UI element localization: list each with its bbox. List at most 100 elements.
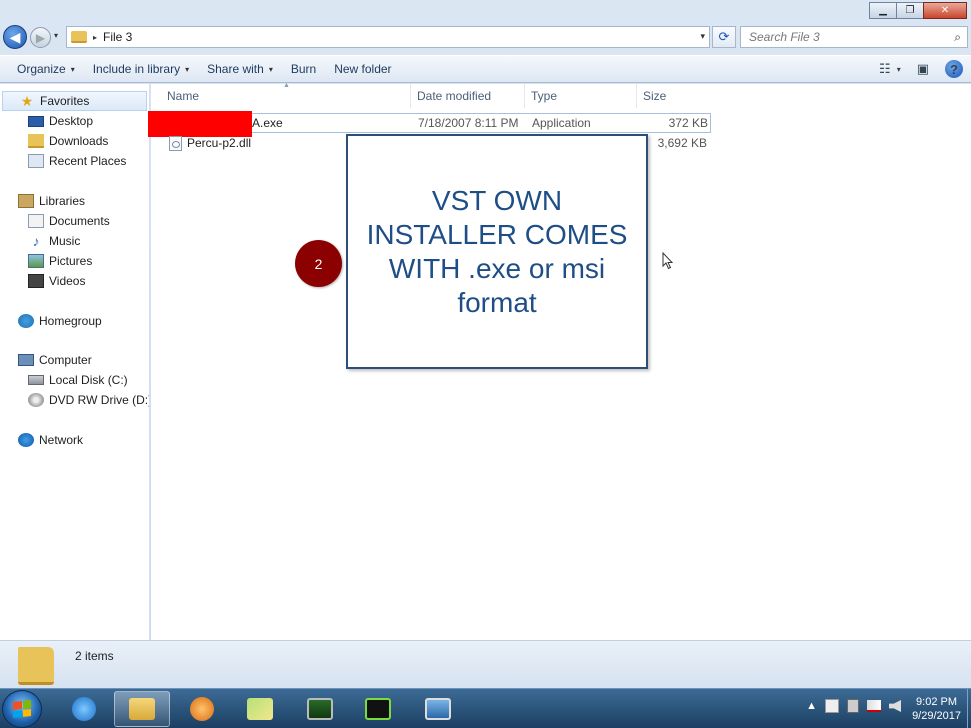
organize-button[interactable]: Organize ▾: [10, 62, 82, 76]
notification-area: ▲: [798, 699, 901, 713]
taskbar-internet-explorer[interactable]: [62, 691, 106, 727]
minimize-button[interactable]: ▁: [869, 2, 897, 19]
new-folder-button[interactable]: New folder: [327, 62, 398, 76]
taskbar-app-4[interactable]: [232, 691, 288, 727]
taskbar-app-6[interactable]: [350, 691, 406, 727]
internet-explorer-icon: [72, 697, 96, 721]
desktop-icon: [28, 115, 44, 127]
computer-group: Computer Local Disk (C:) DVD RW Drive (D…: [0, 350, 149, 410]
view-options-chevron-icon[interactable]: ▾: [897, 65, 901, 74]
sidebar-item-label: Favorites: [40, 94, 90, 108]
sidebar-item-label: Local Disk (C:): [49, 373, 128, 387]
column-header-size[interactable]: Size: [637, 84, 711, 108]
pictures-icon: [28, 254, 44, 268]
taskbar-media-player[interactable]: [174, 691, 230, 727]
refresh-button[interactable]: ⟳: [712, 26, 736, 48]
show-hidden-icons-button[interactable]: ▲: [806, 700, 817, 712]
back-button[interactable]: ◀: [3, 25, 27, 49]
folder-icon: [71, 31, 87, 43]
back-arrow-icon: ◀: [9, 28, 21, 45]
breadcrumb-separator-icon[interactable]: ▸: [93, 33, 97, 42]
sidebar-item-dvd-drive[interactable]: DVD RW Drive (D:) M: [0, 390, 149, 410]
taskbar-windows-explorer[interactable]: [114, 691, 170, 727]
taskbar-app-7[interactable]: [410, 691, 466, 727]
recent-pages-button[interactable]: ▾: [54, 31, 58, 40]
annotation-callout: VST OWN INSTALLER COMES WITH .exe or msi…: [346, 134, 648, 369]
column-header-date-modified[interactable]: Date modified: [411, 84, 525, 108]
sidebar-item-pictures[interactable]: Pictures: [0, 251, 149, 271]
navigation-pane: ★ Favorites Desktop Downloads Recent Plac…: [0, 84, 150, 640]
search-icon[interactable]: ⌕: [954, 30, 961, 45]
action-center-icon[interactable]: [825, 699, 839, 713]
callout-text: VST OWN INSTALLER COMES WITH .exe or msi…: [366, 184, 628, 318]
forward-arrow-icon: ▶: [35, 30, 46, 45]
address-dropdown-icon[interactable]: ▾: [700, 31, 705, 42]
volume-icon[interactable]: [889, 700, 901, 712]
picture-viewer-icon: [425, 698, 451, 720]
help-icon[interactable]: ?: [945, 60, 963, 78]
sidebar-item-homegroup[interactable]: Homegroup: [0, 311, 149, 331]
share-with-button[interactable]: Share with ▾: [200, 62, 280, 76]
sidebar-item-downloads[interactable]: Downloads: [0, 131, 149, 151]
windows-explorer-icon: [129, 698, 155, 720]
sidebar-item-label: DVD RW Drive (D:) M: [49, 393, 149, 407]
libraries-group: Libraries Documents ♪ Music Pictures Vide…: [0, 191, 149, 291]
column-headers: Name ▲ Date modified Type Size: [151, 82, 711, 108]
sidebar-item-label: Downloads: [49, 134, 109, 148]
address-bar[interactable]: ▸ File 3 ▾: [66, 26, 710, 48]
sidebar-item-recent-places[interactable]: Recent Places: [0, 151, 149, 171]
dvd-drive-icon: [28, 393, 44, 407]
mouse-pointer-icon: [662, 252, 674, 270]
media-player-icon: [190, 697, 214, 721]
homegroup-icon: [18, 314, 34, 328]
share-with-label: Share with: [207, 62, 264, 76]
file-name-cell: A.exe: [148, 111, 412, 137]
include-in-library-label: Include in library: [92, 62, 181, 76]
breadcrumb-file-3[interactable]: File 3: [103, 30, 132, 44]
system-clock[interactable]: 9:02 PM 9/29/2017: [912, 695, 961, 723]
sidebar-item-local-disk[interactable]: Local Disk (C:): [0, 370, 149, 390]
sidebar-item-network[interactable]: Network: [0, 430, 149, 450]
change-view-icon[interactable]: ☷: [879, 61, 891, 77]
search-input[interactable]: Search File 3 ⌕: [740, 26, 968, 48]
column-header-name[interactable]: Name ▲: [151, 82, 411, 108]
sidebar-item-label: Recent Places: [49, 154, 127, 168]
file-size: 372 KB: [668, 116, 708, 130]
application-icon: [247, 698, 273, 720]
sidebar-item-computer[interactable]: Computer: [0, 350, 149, 370]
computer-icon: [18, 354, 34, 366]
network-group: Network: [0, 430, 149, 450]
sidebar-item-label: Computer: [39, 353, 92, 367]
libraries-icon: [18, 194, 34, 208]
maximize-button[interactable]: ❐: [896, 2, 924, 19]
preview-pane-icon[interactable]: ▣: [917, 61, 929, 77]
sidebar-item-videos[interactable]: Videos: [0, 271, 149, 291]
burn-button[interactable]: Burn: [284, 62, 323, 76]
sidebar-item-favorites[interactable]: ★ Favorites: [2, 91, 147, 111]
green-app-icon: [365, 698, 391, 720]
monitor-app-icon: [307, 698, 333, 720]
sidebar-item-documents[interactable]: Documents: [0, 211, 149, 231]
sidebar-item-libraries[interactable]: Libraries: [0, 191, 149, 211]
sidebar-item-label: Documents: [49, 214, 110, 228]
details-pane: 2 items: [0, 640, 971, 688]
sidebar-item-label: Desktop: [49, 114, 94, 128]
start-button[interactable]: [2, 690, 42, 728]
close-button[interactable]: ✕: [923, 2, 967, 19]
forward-button[interactable]: ▶: [30, 27, 51, 48]
column-header-type[interactable]: Type: [525, 84, 637, 108]
chevron-down-icon: ▾: [185, 64, 190, 74]
hard-disk-icon: [28, 375, 44, 385]
power-icon[interactable]: [847, 699, 859, 713]
sidebar-item-desktop[interactable]: Desktop: [0, 111, 149, 131]
show-desktop-button[interactable]: [967, 689, 971, 728]
chevron-down-icon: ▾: [70, 64, 75, 74]
videos-icon: [28, 274, 44, 288]
music-note-icon: ♪: [32, 233, 40, 249]
file-row[interactable]: A.exe 7/18/2007 8:11 PM Application 372 …: [148, 111, 711, 137]
folder-icon: [18, 647, 54, 685]
include-in-library-button[interactable]: Include in library ▾: [86, 62, 196, 76]
taskbar-app-5[interactable]: [292, 691, 348, 727]
network-status-icon[interactable]: [867, 700, 881, 712]
sidebar-item-music[interactable]: ♪ Music: [0, 231, 149, 251]
